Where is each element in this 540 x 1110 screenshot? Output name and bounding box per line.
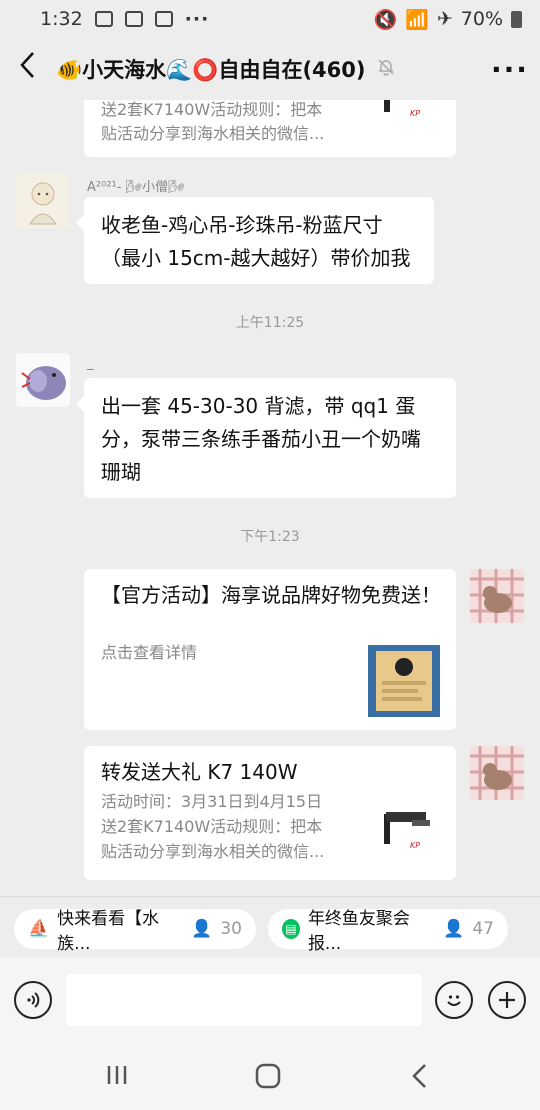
card-description: 点击查看详情	[101, 643, 198, 662]
chat-header: 🐠小天海水🌊⭕自由自在(460) ···	[0, 38, 540, 100]
battery-icon	[511, 10, 522, 28]
sender-name: _	[87, 356, 94, 371]
chat-title: 🐠小天海水🌊⭕自由自在(460)	[56, 54, 365, 84]
chat-messages[interactable]: 送2套K7140W活动规则：把本 贴活动分享到海水相关的微信... KP A²⁰…	[0, 100, 540, 896]
emoji-button[interactable]	[435, 981, 473, 1019]
home-button[interactable]	[254, 1062, 282, 1097]
gallery-icon	[94, 11, 113, 27]
sender-avatar[interactable]	[16, 174, 70, 228]
card-line2: 送2套K7140W活动规则：把本	[101, 817, 323, 836]
timestamp: 下午1:23	[240, 529, 300, 545]
sender-avatar[interactable]	[16, 353, 70, 407]
lamp-product-thumbnail: KP	[384, 812, 430, 850]
link-card-official-activity[interactable]: 【官方活动】海享说品牌好物免费送！ 点击查看详情	[84, 569, 456, 730]
mute-icon: 🔇	[373, 8, 398, 31]
svg-text:KP: KP	[410, 109, 420, 118]
message-input[interactable]	[66, 974, 422, 1026]
status-bar: 1:32 ··· 🔇 📶 ✈ 70%	[0, 0, 540, 38]
more-options-button[interactable]: ···	[480, 53, 540, 86]
back-button[interactable]	[0, 50, 56, 88]
more-icon: ···	[491, 52, 529, 86]
participants-count: 47	[472, 919, 494, 939]
back-nav-button[interactable]	[408, 1062, 432, 1097]
recent-apps-button[interactable]	[104, 1062, 130, 1095]
shortcut-label: 年终鱼友聚会报...	[307, 909, 410, 954]
status-right: 🔇 📶 ✈ 70%	[373, 8, 522, 31]
system-nav-bar	[0, 1042, 540, 1110]
status-left: 1:32 ···	[40, 8, 209, 30]
chevron-left-icon	[20, 52, 34, 78]
card-partial-line2: 贴活动分享到海水相关的微信...	[101, 124, 325, 143]
card-title: 转发送大礼 K7 140W	[101, 760, 298, 784]
mini-program-bar: ⛵ 快来看看【水族... 👤 30 ▤ 年终鱼友聚会报... 👤 47	[0, 896, 540, 958]
lamp-product-thumbnail: KP	[384, 100, 420, 118]
wifi-icon: 📶	[405, 8, 429, 31]
sender-name: A²⁰²¹- 🌬小僧🌬	[87, 180, 185, 195]
notification-icon	[124, 11, 143, 27]
link-card-partial[interactable]: 送2套K7140W活动规则：把本 贴活动分享到海水相关的微信... KP	[84, 100, 456, 157]
participants-icon: 👤	[191, 919, 213, 939]
message-text: 收老鱼-鸡心吊-珍珠吊-粉蓝尺寸（最小 15cm-越大越好）带价加我	[101, 213, 411, 270]
document-icon: ▤	[282, 919, 300, 939]
mini-program-shortcut[interactable]: ⛵ 快来看看【水族... 👤 30	[14, 909, 256, 954]
boat-icon: ⛵	[28, 919, 50, 939]
my-avatar[interactable]	[470, 746, 524, 800]
chat-title-text: 🐠小天海水🌊⭕自由自在(460)	[56, 58, 366, 82]
voice-button[interactable]	[14, 981, 52, 1019]
app-icon	[154, 11, 173, 27]
participants-icon: 👤	[443, 919, 465, 939]
card-line1: 活动时间：3月31日到4月15日	[101, 792, 323, 811]
battery-percent: 70%	[460, 8, 503, 30]
svg-text:KP: KP	[410, 841, 420, 850]
card-partial-line1: 送2套K7140W活动规则：把本	[101, 100, 323, 119]
home-icon	[255, 1063, 281, 1089]
more-functions-button[interactable]	[488, 981, 526, 1019]
voice-icon	[27, 992, 40, 1008]
smiley-icon	[447, 995, 461, 1006]
recent-apps-icon	[107, 1066, 127, 1084]
text-message[interactable]: 收老鱼-鸡心吊-珍珠吊-粉蓝尺寸（最小 15cm-越大越好）带价加我	[76, 197, 434, 284]
shortcut-label: 快来看看【水族...	[57, 909, 160, 954]
mini-program-shortcut[interactable]: ▤ 年终鱼友聚会报... 👤 47	[268, 909, 508, 954]
card-line3: 贴活动分享到海水相关的微信...	[101, 842, 325, 861]
muted-bell-icon	[377, 58, 395, 81]
timestamp: 上午11:25	[235, 315, 305, 331]
plus-icon	[499, 992, 515, 1008]
airplane-icon: ✈	[436, 8, 453, 30]
status-time: 1:32	[40, 8, 83, 30]
text-message[interactable]: 出一套 45-30-30 背滤，带 qq1 蛋分，泵带三条练手番茄小丑一个奶嘴珊…	[76, 378, 456, 498]
link-card-promotion[interactable]: 转发送大礼 K7 140W 活动时间：3月31日到4月15日 送2套K7140W…	[84, 746, 456, 880]
message-input-bar	[0, 958, 540, 1042]
my-avatar[interactable]	[470, 569, 524, 623]
back-icon	[412, 1064, 426, 1088]
card-thumbnail	[368, 645, 440, 717]
participants-count: 30	[220, 919, 242, 939]
more-notifications-icon: ···	[184, 8, 210, 30]
message-text: 出一套 45-30-30 背滤，带 qq1 蛋分，泵带三条练手番茄小丑一个奶嘴珊…	[101, 394, 421, 484]
card-title: 【官方活动】海享说品牌好物免费送！	[101, 583, 441, 607]
